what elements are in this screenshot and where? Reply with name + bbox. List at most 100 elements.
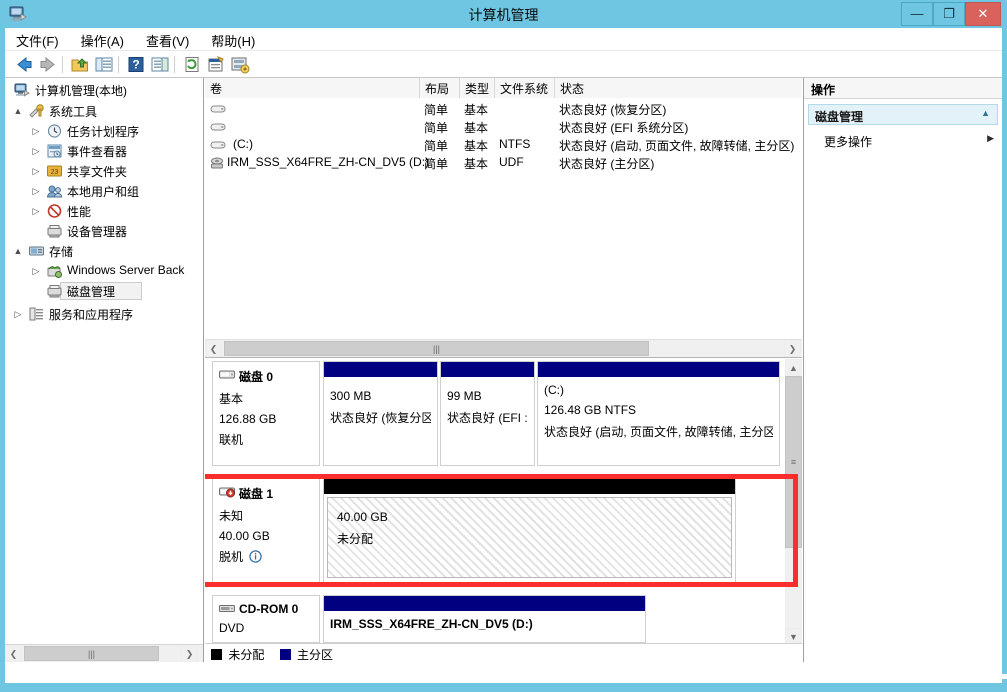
disk-row-0[interactable]: 磁盘 0 基本 126.88 GB 联机 300 MB 状态良好 (恢复分区 9… bbox=[205, 361, 785, 466]
disk-0-line-2: 联机 bbox=[219, 433, 244, 447]
chevron-right-icon[interactable]: ▷ bbox=[31, 266, 41, 276]
col-status[interactable]: 状态 bbox=[555, 78, 802, 98]
menu-bar: 文件(F) 操作(A) 查看(V) 帮助(H) bbox=[5, 28, 1002, 51]
scroll-left-icon[interactable]: ❮ bbox=[5, 645, 22, 662]
sidebar-item-label: 共享文件夹 bbox=[67, 165, 128, 179]
cell-filesystem: NTFS bbox=[499, 137, 531, 151]
properties-icon[interactable] bbox=[205, 54, 227, 75]
scroll-thumb[interactable]: ≡ bbox=[785, 376, 802, 548]
disk-management-content: 卷 布局 类型 文件系统 状态 简单 基本 状态良好 (恢复分区) 简单 基本 … bbox=[205, 78, 802, 662]
disk-1-line-0: 未知 bbox=[219, 509, 244, 523]
volume-list-header: 卷 布局 类型 文件系统 状态 bbox=[205, 78, 802, 98]
forward-icon[interactable] bbox=[37, 54, 59, 75]
cdrom-0-info[interactable]: CD-ROM 0 DVD bbox=[212, 595, 320, 643]
chevron-right-icon[interactable]: ▷ bbox=[31, 146, 41, 156]
legend-primary-swatch bbox=[279, 649, 291, 660]
back-icon[interactable] bbox=[13, 54, 35, 75]
show-action-pane-icon[interactable] bbox=[149, 54, 171, 75]
menu-help[interactable]: 帮助(H) bbox=[200, 28, 266, 53]
toolbar: ? bbox=[5, 51, 1002, 78]
chevron-right-icon[interactable]: ▷ bbox=[31, 206, 41, 216]
chevron-right-icon[interactable]: ▷ bbox=[31, 166, 41, 176]
disk-0-partition-recovery[interactable]: 300 MB 状态良好 (恢复分区 bbox=[323, 361, 438, 466]
legend-unallocated-label: 未分配 bbox=[228, 648, 265, 662]
partition-color-bar bbox=[324, 479, 735, 494]
cdrom-0-name: CD-ROM 0 bbox=[239, 602, 299, 616]
event-viewer-icon bbox=[46, 143, 63, 159]
show-hide-tree-icon[interactable] bbox=[93, 54, 115, 75]
chevron-down-icon[interactable]: ▲ bbox=[13, 246, 23, 256]
disk-row-cdrom[interactable]: CD-ROM 0 DVD IRM_SSS_X64FRE_ZH-CN_DV5 (D… bbox=[205, 595, 785, 643]
chevron-down-icon[interactable]: ▲ bbox=[13, 106, 23, 116]
storage-icon bbox=[28, 243, 45, 259]
minimize-button[interactable]: — bbox=[901, 2, 933, 26]
volume-icon bbox=[210, 138, 226, 152]
rescan-disks-icon[interactable] bbox=[229, 54, 251, 75]
disk-1-line-1: 40.00 GB bbox=[219, 529, 270, 543]
partition-status-1: 状态良好 (EFI : bbox=[447, 411, 528, 425]
maximize-button[interactable]: ❐ bbox=[933, 2, 965, 26]
partition-size-2: 126.48 GB NTFS bbox=[544, 403, 637, 417]
table-row[interactable]: IRM_SSS_X64FRE_ZH-CN_DV5 (D:) 简单 基本 UDF … bbox=[205, 154, 802, 172]
chevron-right-icon[interactable]: ▷ bbox=[13, 309, 23, 319]
scroll-thumb[interactable]: ||| bbox=[24, 646, 159, 661]
partition-status-0: 状态良好 (恢复分区 bbox=[330, 411, 431, 425]
disk-graphical-view: 磁盘 0 基本 126.88 GB 联机 300 MB 状态良好 (恢复分区 9… bbox=[205, 359, 802, 662]
cell-type: 基本 bbox=[464, 157, 489, 171]
cdrom-0-partition-d[interactable]: IRM_SSS_X64FRE_ZH-CN_DV5 (D:) bbox=[323, 595, 646, 643]
scroll-down-icon[interactable]: ▼ bbox=[785, 628, 802, 644]
table-row[interactable]: 简单 基本 状态良好 (恢复分区) bbox=[205, 100, 802, 118]
chevron-right-icon[interactable]: ▷ bbox=[31, 186, 41, 196]
info-icon[interactable] bbox=[249, 550, 263, 566]
disk-1-name: 磁盘 1 bbox=[239, 487, 274, 501]
close-button[interactable]: ✕ bbox=[965, 2, 1001, 26]
col-type[interactable]: 类型 bbox=[460, 78, 495, 98]
cell-filesystem: UDF bbox=[499, 155, 524, 169]
sidebar-item-label: 设备管理器 bbox=[67, 225, 128, 239]
disk-0-name: 磁盘 0 bbox=[239, 370, 274, 384]
cdrom-0-line-0: DVD bbox=[219, 621, 245, 635]
sidebar-item-label: 磁盘管理 bbox=[67, 285, 116, 299]
computer-management-window: 计算机管理 — ❐ ✕ 文件(F) 操作(A) 查看(V) 帮助(H) ? 计算… bbox=[0, 0, 1007, 692]
help-icon[interactable]: ? bbox=[125, 54, 147, 75]
table-row[interactable]: (C:) 简单 基本 NTFS 状态良好 (启动, 页面文件, 故障转储, 主分… bbox=[205, 136, 802, 154]
more-actions-button[interactable]: 更多操作 bbox=[824, 133, 872, 150]
cell-layout: 简单 bbox=[424, 103, 449, 117]
scroll-up-icon[interactable]: ▲ bbox=[785, 359, 802, 375]
col-layout[interactable]: 布局 bbox=[420, 78, 460, 98]
col-filesystem[interactable]: 文件系统 bbox=[495, 78, 555, 98]
volume-list-horizontal-scrollbar[interactable]: ❮ ||| ❯ bbox=[205, 339, 802, 357]
scroll-right-icon[interactable]: ❯ bbox=[181, 645, 198, 662]
up-folder-icon[interactable] bbox=[69, 54, 91, 75]
disk-1-info[interactable]: 磁盘 1 未知 40.00 GB 脱机 bbox=[212, 478, 320, 583]
disk-0-info[interactable]: 磁盘 0 基本 126.88 GB 联机 bbox=[212, 361, 320, 466]
scroll-right-icon[interactable]: ❯ bbox=[784, 340, 801, 357]
volume-list: 卷 布局 类型 文件系统 状态 简单 基本 状态良好 (恢复分区) 简单 基本 … bbox=[205, 78, 802, 358]
menu-action[interactable]: 操作(A) bbox=[70, 28, 135, 53]
scroll-left-icon[interactable]: ❮ bbox=[205, 340, 222, 357]
cell-volume: IRM_SSS_X64FRE_ZH-CN_DV5 (D:) bbox=[227, 155, 430, 169]
local-users-groups-icon bbox=[46, 183, 63, 199]
chevron-up-icon[interactable]: ▲ bbox=[981, 108, 990, 118]
disk-0-partition-efi[interactable]: 99 MB 状态良好 (EFI : bbox=[440, 361, 535, 466]
col-volume[interactable]: 卷 bbox=[205, 78, 420, 98]
tree-horizontal-scrollbar[interactable]: ❮ ||| ❯ bbox=[5, 644, 203, 662]
menu-file[interactable]: 文件(F) bbox=[5, 28, 70, 53]
chevron-right-icon[interactable]: ▷ bbox=[31, 126, 41, 136]
scroll-thumb[interactable]: ||| bbox=[224, 341, 649, 356]
legend-primary-label: 主分区 bbox=[297, 648, 334, 662]
disk-row-1[interactable]: 磁盘 1 未知 40.00 GB 脱机 40.00 GB 未分配 bbox=[205, 478, 785, 583]
disk-1-unallocated-partition[interactable]: 40.00 GB 未分配 bbox=[323, 478, 736, 583]
table-row[interactable]: 简单 基本 状态良好 (EFI 系统分区) bbox=[205, 118, 802, 136]
partition-legend: 未分配 主分区 bbox=[205, 643, 802, 662]
unallocated-area[interactable]: 40.00 GB 未分配 bbox=[327, 497, 732, 578]
disk-0-partition-c[interactable]: (C:) 126.48 GB NTFS 状态良好 (启动, 页面文件, 故障转储… bbox=[537, 361, 780, 466]
graph-vertical-scrollbar[interactable]: ▲ ≡ ▼ bbox=[785, 359, 802, 644]
chevron-right-icon[interactable]: ▶ bbox=[987, 133, 994, 144]
cell-status: 状态良好 (恢复分区) bbox=[559, 103, 667, 117]
menu-view[interactable]: 查看(V) bbox=[135, 28, 200, 53]
actions-group-disk-management[interactable]: 磁盘管理 ▲ bbox=[808, 104, 998, 125]
cell-layout: 简单 bbox=[424, 139, 449, 153]
cell-status: 状态良好 (主分区) bbox=[559, 157, 655, 171]
refresh-icon[interactable] bbox=[181, 54, 203, 75]
